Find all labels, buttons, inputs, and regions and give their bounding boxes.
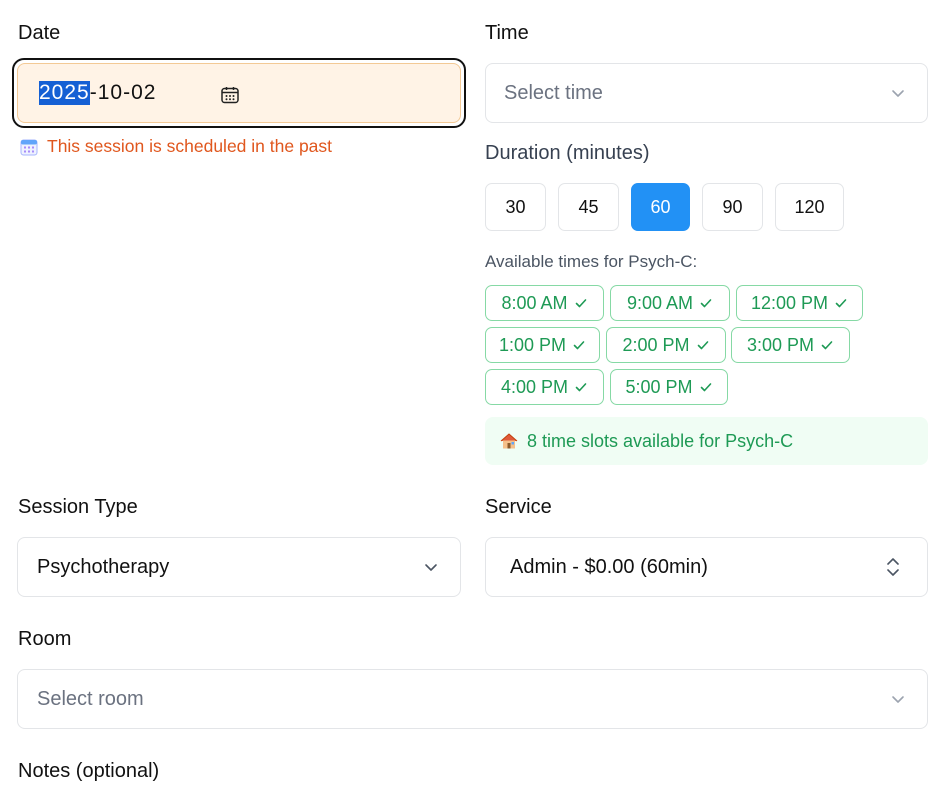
past-date-warning: This session is scheduled in the past <box>19 136 332 157</box>
check-icon <box>835 299 847 308</box>
time-slot-label: 1:00 PM <box>498 334 567 355</box>
date-rest-segment[interactable]: -10-02 <box>90 81 157 105</box>
time-slot-label: 9:00 AM <box>626 292 694 313</box>
check-icon <box>700 299 712 308</box>
time-slot-label: 12:00 PM <box>750 292 829 313</box>
notes-label: Notes (optional) <box>18 760 160 782</box>
room-select[interactable]: Select room <box>17 669 928 729</box>
room-label: Room <box>18 628 72 650</box>
duration-option-30[interactable]: 30 <box>485 183 546 231</box>
time-slot[interactable]: 8:00 AM <box>485 285 604 321</box>
duration-label: Duration (minutes) <box>485 142 650 164</box>
service-label: Service <box>485 496 552 518</box>
availability-summary: 8 time slots available for Psych-C <box>485 417 928 465</box>
date-label: Date <box>18 22 61 44</box>
calendar-icon[interactable] <box>220 85 240 105</box>
duration-option-60[interactable]: 60 <box>631 183 690 231</box>
available-times-label: Available times for Psych-C: <box>485 252 698 271</box>
check-icon <box>821 341 833 350</box>
past-date-warning-text: This session is scheduled in the past <box>47 136 333 156</box>
duration-option-45[interactable]: 45 <box>558 183 619 231</box>
session-type-value: Psychotherapy <box>37 555 170 578</box>
session-type-select[interactable]: Psychotherapy <box>17 537 461 597</box>
date-year-segment[interactable]: 2025 <box>39 81 90 105</box>
availability-summary-text: 8 time slots available for Psych-C <box>527 430 794 451</box>
chevron-down-icon <box>892 696 904 703</box>
time-slot[interactable]: 5:00 PM <box>610 369 728 405</box>
time-slot[interactable]: 3:00 PM <box>731 327 850 363</box>
time-slot-label: 4:00 PM <box>500 376 569 397</box>
time-slot[interactable]: 2:00 PM <box>606 327 726 363</box>
check-icon <box>700 383 711 392</box>
time-select-placeholder: Select time <box>504 81 603 104</box>
time-slot-label: 5:00 PM <box>625 376 693 397</box>
time-slot-label: 3:00 PM <box>746 334 815 355</box>
time-slot-label: 8:00 AM <box>501 292 568 313</box>
date-input[interactable]: 2025 -10-02 <box>12 58 466 128</box>
time-label: Time <box>485 22 529 44</box>
service-value: Admin - $0.00 (60min) <box>510 555 708 578</box>
chevron-down-icon <box>892 90 904 97</box>
check-icon <box>573 341 585 350</box>
time-slot-label: 2:00 PM <box>622 334 690 355</box>
chevron-down-icon <box>425 564 437 571</box>
check-icon <box>697 341 708 350</box>
chevron-up-down-icon <box>887 558 899 576</box>
duration-option-120[interactable]: 120 <box>775 183 844 231</box>
service-select[interactable]: Admin - $0.00 (60min) <box>485 537 928 597</box>
time-slot[interactable]: 4:00 PM <box>485 369 604 405</box>
room-select-placeholder: Select room <box>37 687 144 710</box>
time-slot[interactable]: 1:00 PM <box>485 327 600 363</box>
check-icon <box>575 299 586 308</box>
time-slot[interactable]: 9:00 AM <box>610 285 730 321</box>
calendar-emoji-icon <box>20 139 38 155</box>
house-icon <box>500 433 518 449</box>
time-slot[interactable]: 12:00 PM <box>736 285 863 321</box>
check-icon <box>575 383 587 392</box>
session-type-label: Session Type <box>18 496 138 518</box>
time-select[interactable]: Select time <box>485 63 928 123</box>
duration-option-90[interactable]: 90 <box>702 183 763 231</box>
